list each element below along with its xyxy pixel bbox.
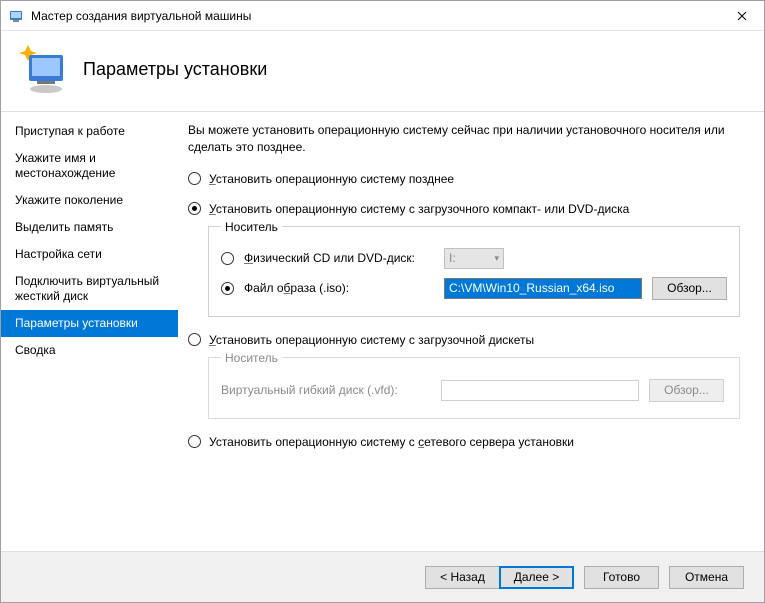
step-name-location[interactable]: Укажите имя и местонахождение bbox=[1, 145, 178, 187]
physical-disc-label: Физический CD или DVD-диск: bbox=[244, 251, 434, 265]
cancel-button[interactable]: Отмена bbox=[669, 566, 744, 589]
floppy-legend: Носитель bbox=[221, 351, 282, 365]
vfd-label: Виртуальный гибкий диск (.vfd): bbox=[221, 383, 431, 397]
option-install-floppy[interactable]: Установить операционную систему с загруз… bbox=[188, 331, 740, 349]
wizard-steps-sidebar: Приступая к работе Укажите имя и местона… bbox=[1, 112, 178, 551]
step-getting-started[interactable]: Приступая к работе bbox=[1, 118, 178, 145]
physical-disc-row: Физический CD или DVD-диск: I: ▾ bbox=[221, 244, 727, 273]
next-button[interactable]: Далее > bbox=[499, 566, 574, 589]
titlebar: Мастер создания виртуальной машины bbox=[1, 1, 764, 31]
step-summary[interactable]: Сводка bbox=[1, 337, 178, 364]
back-button[interactable]: < Назад bbox=[425, 566, 500, 589]
option-label: Установить операционную систему с сетево… bbox=[209, 435, 574, 449]
option-label: Установить операционную систему с загруз… bbox=[209, 333, 534, 347]
radio-physical-disc[interactable] bbox=[221, 252, 234, 265]
wizard-footer: < Назад Далее > Готово Отмена bbox=[1, 552, 764, 602]
intro-text: Вы можете установить операционную систем… bbox=[188, 122, 740, 156]
app-icon bbox=[9, 8, 25, 24]
radio-iso-file[interactable] bbox=[221, 282, 234, 295]
radio-install-floppy[interactable] bbox=[188, 333, 201, 346]
option-label: Установить операционную систему позднее bbox=[209, 172, 454, 186]
wizard-body: Приступая к работе Укажите имя и местона… bbox=[1, 112, 764, 552]
radio-install-disc[interactable] bbox=[188, 202, 201, 215]
iso-row: Файл образа (.iso): C:\VM\Win10_Russian_… bbox=[221, 273, 727, 304]
chevron-down-icon: ▾ bbox=[494, 253, 499, 264]
close-button[interactable] bbox=[719, 1, 764, 30]
step-generation[interactable]: Укажите поколение bbox=[1, 187, 178, 214]
floppy-media-group: Носитель Виртуальный гибкий диск (.vfd):… bbox=[208, 351, 740, 419]
drive-select[interactable]: I: ▾ bbox=[444, 248, 504, 269]
option-install-network[interactable]: Установить операционную систему с сетево… bbox=[188, 433, 740, 451]
step-vhd[interactable]: Подключить виртуальный жесткий диск bbox=[1, 268, 178, 310]
option-install-disc[interactable]: Установить операционную систему с загруз… bbox=[188, 200, 740, 218]
step-network[interactable]: Настройка сети bbox=[1, 241, 178, 268]
radio-install-network[interactable] bbox=[188, 435, 201, 448]
finish-button[interactable]: Готово bbox=[584, 566, 659, 589]
disc-media-group: Носитель Физический CD или DVD-диск: I: … bbox=[208, 220, 740, 317]
step-install-options[interactable]: Параметры установки bbox=[1, 310, 178, 337]
iso-path-input[interactable]: C:\VM\Win10_Russian_x64.iso bbox=[444, 278, 642, 299]
wizard-content: Вы можете установить операционную систем… bbox=[178, 112, 764, 551]
drive-select-value: I: bbox=[449, 251, 456, 265]
vfd-row: Виртуальный гибкий диск (.vfd): Обзор... bbox=[221, 375, 727, 406]
option-label: Установить операционную систему с загруз… bbox=[209, 202, 629, 216]
option-install-later[interactable]: Установить операционную систему позднее bbox=[188, 170, 740, 188]
wizard-header: Параметры установки bbox=[1, 31, 764, 111]
page-heading: Параметры установки bbox=[83, 59, 267, 80]
step-memory[interactable]: Выделить память bbox=[1, 214, 178, 241]
browse-vfd-button: Обзор... bbox=[649, 379, 724, 402]
window-title: Мастер создания виртуальной машины bbox=[31, 9, 719, 23]
iso-label: Файл образа (.iso): bbox=[244, 281, 434, 295]
vfd-path-input bbox=[441, 380, 639, 401]
wizard-icon bbox=[15, 41, 71, 97]
browse-iso-button[interactable]: Обзор... bbox=[652, 277, 727, 300]
disc-legend: Носитель bbox=[221, 220, 282, 234]
radio-install-later[interactable] bbox=[188, 172, 201, 185]
nav-button-group: < Назад Далее > bbox=[425, 566, 574, 589]
